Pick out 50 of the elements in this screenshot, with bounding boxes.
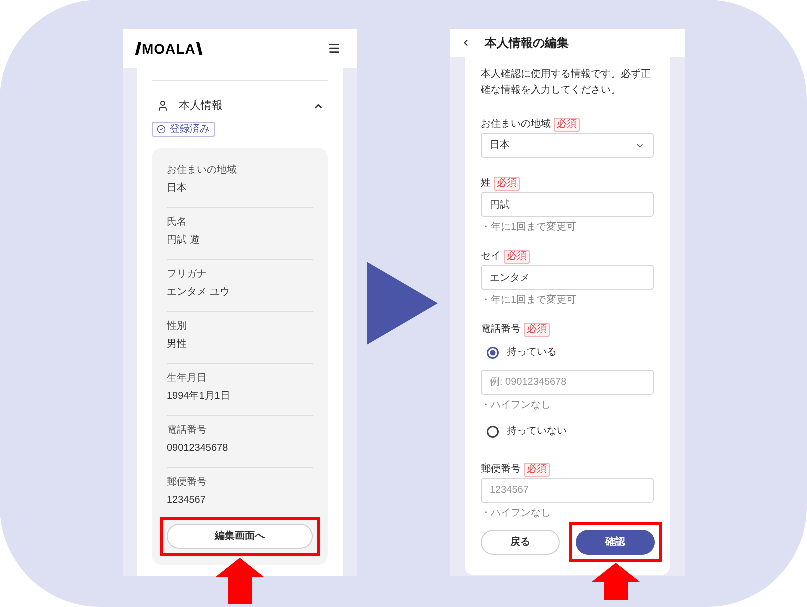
text-field[interactable]: 1234567 [481, 478, 654, 503]
field-label: 電話番号 [481, 323, 521, 337]
text-field[interactable]: エンタメ [481, 265, 654, 290]
hint-text: ・ハイフンなし [481, 399, 552, 412]
text-field[interactable]: 例: 09012345678 [481, 370, 654, 395]
field-label: 生年月日 [167, 372, 208, 386]
field-label: 郵便番号 [481, 463, 521, 477]
field-label: 性別 [167, 320, 188, 334]
menu-icon[interactable] [328, 42, 341, 55]
field-value: エンタメ ユウ [167, 286, 231, 300]
field-label: 姓 [481, 177, 491, 191]
radio-label[interactable]: 持っていない [507, 425, 567, 439]
up-arrow-icon [216, 558, 264, 604]
secondary-button[interactable]: 戻る [481, 530, 560, 555]
field-value: 円試 遊 [167, 234, 201, 248]
text-field[interactable]: 円試 [481, 192, 654, 217]
field-label: 電話番号 [167, 424, 208, 438]
field-value: 日本 [167, 182, 188, 196]
check-circle-icon [157, 125, 166, 134]
hint-text: ・年に1回まで変更可 [481, 294, 578, 307]
logo: MOALA [137, 40, 201, 56]
radio-button[interactable] [487, 426, 499, 438]
edit-button[interactable]: 編集画面へ [167, 524, 313, 549]
intro-text: 本人確認に使用する情報です。必ず正確な情報を入力してください。 [481, 68, 652, 98]
field-label: セイ [481, 250, 501, 264]
page-title: 本人情報の編集 [485, 35, 569, 51]
hint-text: ・ハイフンなし [481, 507, 552, 520]
select-field[interactable]: 日本 [481, 133, 654, 158]
field-label: お住まいの地域 [481, 118, 551, 132]
required-badge: 必須 [524, 323, 550, 337]
field-label: お住まいの地域 [167, 164, 238, 178]
field-value: 男性 [167, 338, 188, 352]
section-title: 本人情報 [179, 99, 223, 113]
required-badge: 必須 [524, 463, 550, 477]
field-value: 1234567 [167, 494, 207, 508]
hint-text: ・年に1回まで変更可 [481, 221, 578, 234]
person-icon [157, 100, 169, 112]
right-arrow-icon [367, 262, 438, 345]
field-value: 09012345678 [167, 442, 230, 456]
required-badge: 必須 [494, 177, 520, 191]
radio-button[interactable] [487, 347, 499, 359]
required-badge: 必須 [504, 250, 530, 264]
field-value: 1994年1月1日 [167, 390, 232, 404]
field-label: 郵便番号 [167, 476, 208, 490]
required-badge: 必須 [554, 118, 580, 132]
field-label: フリガナ [167, 268, 208, 282]
radio-label[interactable]: 持っている [507, 346, 557, 360]
status-text: 登録済み [170, 124, 210, 136]
field-label: 氏名 [167, 216, 188, 230]
primary-button[interactable]: 確認 [576, 530, 655, 555]
